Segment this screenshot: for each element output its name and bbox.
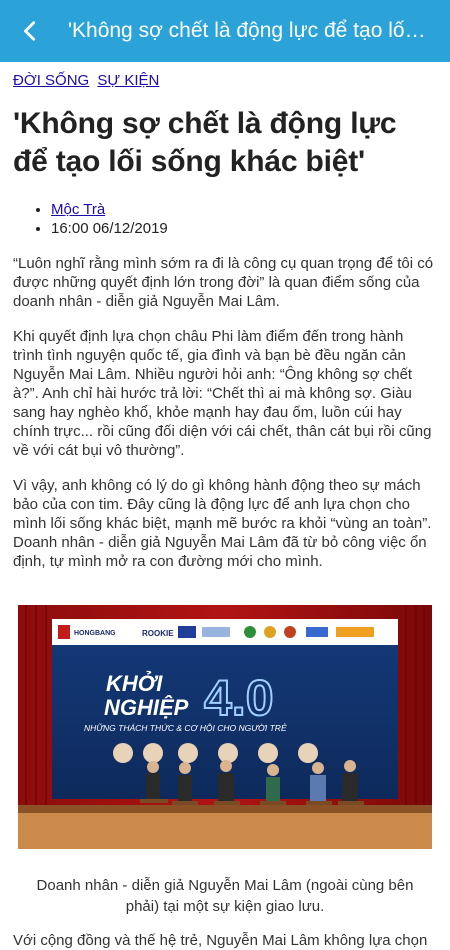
banner-title-line1: KHỞI <box>106 671 163 696</box>
article-paragraph: Với cộng đồng và thế hệ trẻ, Nguyễn Mai … <box>13 932 428 949</box>
sponsor-logo-rookie: ROOKIE <box>142 629 174 638</box>
breadcrumb: ĐỜI SỐNG SỰ KIỆN <box>13 72 437 89</box>
article-paragraph: Vì vậy, anh không có lý do gì không hành… <box>13 477 432 570</box>
article-photo: HONGBANG ROOKIE KHỞI NGHIỆP 4.0 NHỮNG TH… <box>18 605 432 849</box>
article-content: ĐỜI SỐNG SỰ KIỆN 'Không sợ chết là động … <box>13 62 437 950</box>
article-meta: Mộc Trà 16:00 06/12/2019 <box>51 201 437 238</box>
top-app-bar: 'Không sợ chết là động lực để tạo lối số… <box>0 0 450 62</box>
meta-author-item: Mộc Trà <box>51 201 437 219</box>
chevron-left-icon <box>24 21 36 41</box>
article-paragraph: Khi quyết định lựa chọn châu Phi làm điể… <box>13 328 432 459</box>
breadcrumb-link-su-kien[interactable]: SỰ KIỆN <box>97 72 159 89</box>
banner-title-line2: NGHIỆP <box>104 695 189 720</box>
article-paragraph: “Luôn nghĩ rằng mình sớm ra đi là công c… <box>13 255 434 310</box>
app-bar-title: 'Không sợ chết là động lực để tạo lối số… <box>68 19 450 42</box>
photo-caption: Doanh nhân - diễn giả Nguyễn Mai Lâm (ng… <box>36 877 414 915</box>
banner-number: 4.0 <box>204 670 274 726</box>
article-headline: 'Không sợ chết là động lực để tạo lối số… <box>13 107 397 178</box>
meta-datetime: 16:00 06/12/2019 <box>51 220 437 238</box>
banner-subtitle: NHỮNG THÁCH THỨC & CƠ HỘI CHO NGƯỜI TRẺ <box>84 722 287 733</box>
event-photo-illustration: HONGBANG ROOKIE KHỞI NGHIỆP 4.0 NHỮNG TH… <box>18 605 432 849</box>
sponsor-logo-hongbang: HONGBANG <box>74 630 116 637</box>
back-button[interactable] <box>0 0 60 62</box>
breadcrumb-link-doi-song[interactable]: ĐỜI SỐNG <box>13 72 89 89</box>
author-link[interactable]: Mộc Trà <box>51 201 105 218</box>
